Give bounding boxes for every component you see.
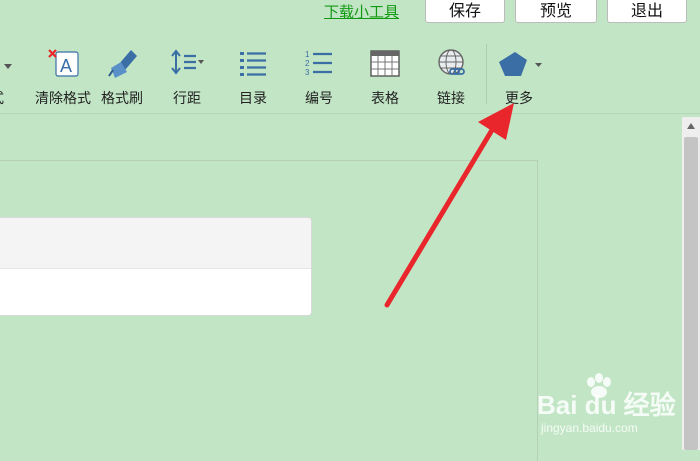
baidu-paw-logo: Bai du 经验 jingyan.baidu.com <box>537 373 676 435</box>
scroll-up-icon[interactable] <box>682 117 700 135</box>
clear-format-icon: A <box>48 49 79 77</box>
format-painter-button[interactable]: 格式刷 <box>94 44 150 107</box>
table-button[interactable]: 表格 <box>362 44 408 107</box>
content-panel[interactable] <box>0 217 312 316</box>
toolbar-style-partial[interactable]: 式 <box>0 44 20 108</box>
line-spacing-icon <box>171 49 204 75</box>
watermark-brand: Bai du 经验 <box>537 390 676 420</box>
list-icon <box>240 52 266 76</box>
svg-text:3: 3 <box>305 68 310 77</box>
dropdown-caret-icon <box>4 64 12 69</box>
save-button[interactable]: 保存 <box>425 0 505 23</box>
more-button[interactable]: 更多 <box>494 44 544 107</box>
clear-format-label: 清除格式 <box>35 91 91 107</box>
numbering-button[interactable]: 1 2 3 编号 <box>296 44 342 107</box>
preview-button[interactable]: 预览 <box>515 0 597 23</box>
clear-format-button[interactable]: A 清除格式 <box>33 44 93 107</box>
svg-text:1: 1 <box>305 50 310 59</box>
toolbar-separator <box>486 44 487 104</box>
globe-link-icon <box>438 49 465 75</box>
toc-button[interactable]: 目录 <box>230 44 276 107</box>
numbering-label: 编号 <box>305 91 333 107</box>
line-spacing-label: 行距 <box>173 91 201 107</box>
table-icon <box>370 50 400 77</box>
table-label: 表格 <box>371 91 399 107</box>
toc-label: 目录 <box>239 91 267 107</box>
watermark-url: jingyan.baidu.com <box>540 421 638 435</box>
more-label: 更多 <box>505 91 533 107</box>
download-tools-link[interactable]: 下载小工具 <box>324 1 399 22</box>
more-shapes-icon <box>499 52 542 76</box>
format-painter-label: 格式刷 <box>101 91 143 107</box>
toolbar-divider <box>0 113 700 114</box>
baidu-jingyan-watermark: Bai du 经验 jingyan.baidu.com <box>535 372 695 438</box>
numbered-list-icon: 1 2 3 <box>305 50 332 77</box>
exit-button[interactable]: 退出 <box>607 0 687 23</box>
svg-text:2: 2 <box>305 59 310 68</box>
link-button[interactable]: 链接 <box>428 44 474 107</box>
format-painter-icon <box>108 50 137 78</box>
svg-text:A: A <box>60 56 72 76</box>
toolbar-style-label: 式 <box>0 88 20 108</box>
content-panel-header <box>0 218 311 269</box>
link-label: 链接 <box>437 91 465 107</box>
line-spacing-button[interactable]: 行距 <box>164 44 210 107</box>
